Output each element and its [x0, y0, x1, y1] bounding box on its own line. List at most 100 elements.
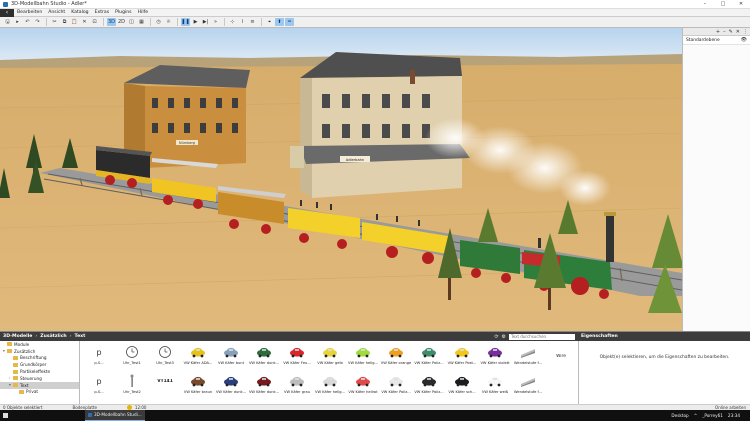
- tree-item-label: Text: [20, 382, 29, 388]
- save-icon[interactable]: 🖫: [3, 18, 12, 26]
- 3d-icon[interactable]: 3D: [107, 18, 116, 26]
- layer-item-standard[interactable]: Standardebene 👁: [683, 36, 750, 45]
- catalog-item-label: VW Käfer violett: [480, 361, 510, 365]
- step-icon[interactable]: ▶|: [201, 18, 210, 26]
- catalog-item[interactable]: VW Käfer weiß: [478, 372, 512, 399]
- snap-icon[interactable]: ⊹: [228, 18, 237, 26]
- catalog-item[interactable]: VW Käfer dunk...: [247, 372, 281, 399]
- play-icon[interactable]: ▶: [191, 18, 200, 26]
- breadcrumb-3d-models[interactable]: 3D-Modelle: [3, 334, 32, 339]
- catalog-item[interactable]: VW Käfer sch...: [445, 372, 479, 399]
- catalog-search-input[interactable]: [509, 333, 575, 340]
- catalog-item[interactable]: VW Käfer braun: [181, 372, 215, 399]
- catalog-item[interactable]: p p-S...: [82, 372, 116, 399]
- menu-katalog[interactable]: Katalog: [68, 10, 91, 15]
- catalog-item[interactable]: VW Käfer bunt: [214, 343, 248, 370]
- camera-icon[interactable]: ◫: [127, 18, 136, 26]
- catalog-item[interactable]: VW Käfer Feu...: [280, 343, 314, 370]
- catalog-item[interactable]: VW Käfer hellg...: [346, 343, 380, 370]
- catalog-item[interactable]: VW Käfer Poliz...: [412, 343, 446, 370]
- tree-item[interactable]: › Steuerung: [0, 375, 79, 382]
- tree-item[interactable]: Partikeleffekte: [0, 368, 79, 375]
- measure-icon[interactable]: ⌇: [238, 18, 247, 26]
- layers-menu-button[interactable]: ⋮: [743, 29, 748, 35]
- catalog-item[interactable]: VW Käfer gelb: [313, 343, 347, 370]
- pause-icon[interactable]: ❚❚: [181, 18, 190, 26]
- catalog-item[interactable]: VW Käfer violett: [478, 343, 512, 370]
- redo-icon[interactable]: ↷: [33, 18, 42, 26]
- menu-bearbeiten[interactable]: Bearbeiten: [14, 10, 45, 15]
- menu-hilfe[interactable]: Hilfe: [135, 10, 151, 15]
- delete-icon[interactable]: ✕: [80, 18, 89, 26]
- layer-label: Standardebene: [686, 37, 720, 43]
- remove-layer-button[interactable]: –: [723, 29, 726, 35]
- catalog-item[interactable]: VW Käfer dunk...: [247, 343, 281, 370]
- scene-render[interactable]: Nürnberg Adlerbahn: [0, 28, 682, 331]
- tree-item[interactable]: Grundkörper: [0, 361, 79, 368]
- undo-icon[interactable]: ↶: [23, 18, 32, 26]
- tree-item[interactable]: Module: [0, 341, 79, 348]
- 2d-icon[interactable]: 2D: [117, 18, 126, 26]
- catalog-item[interactable]: VW Käfer grau: [280, 372, 314, 399]
- tree-item[interactable]: Privat: [0, 389, 79, 396]
- tree-item[interactable]: Beschriftung: [0, 355, 79, 362]
- delete-layer-button[interactable]: ✕: [736, 29, 740, 35]
- breadcrumb-text[interactable]: Text: [75, 334, 86, 339]
- catalog-item[interactable]: Uhr_Test3: [148, 343, 182, 370]
- desktop-toolbar[interactable]: Desktop: [671, 413, 688, 418]
- taskbar-app-button[interactable]: 3D-Modellbahn Studi...: [85, 410, 145, 421]
- menu-extras[interactable]: Extras: [92, 10, 113, 15]
- catalog-item[interactable]: VW Käfer hellrot: [346, 372, 380, 399]
- ramp-thumbnail-icon: [521, 378, 535, 387]
- catalog-item[interactable]: p p-S...: [82, 343, 116, 370]
- refresh-icon[interactable]: ⟳: [494, 334, 498, 340]
- toolbar-separator: [224, 18, 225, 26]
- copy-icon[interactable]: ⧉: [60, 18, 69, 26]
- minimize-button[interactable]: –: [696, 1, 714, 7]
- catalog-item[interactable]: VT141: [148, 372, 182, 399]
- fast-icon[interactable]: »: [211, 18, 220, 26]
- catalog-item-label: VW Käfer dunk...: [248, 361, 280, 365]
- back-button[interactable]: ‹: [0, 8, 14, 17]
- 3d-viewport[interactable]: Nürnberg Adlerbahn: [0, 28, 682, 331]
- tree-item[interactable]: ▾ Text: [0, 381, 79, 389]
- edit-layer-button[interactable]: ✎: [729, 29, 733, 35]
- catalog-item[interactable]: Wire: [544, 343, 578, 370]
- cut-icon[interactable]: ✂: [50, 18, 59, 26]
- weather-icon[interactable]: ☼: [164, 18, 173, 26]
- layer-icon[interactable]: ≡: [248, 18, 257, 26]
- tray-expand-icon[interactable]: ^: [694, 413, 698, 418]
- catalog-item[interactable]: Wendelstufe f...: [511, 372, 545, 399]
- start-button[interactable]: [0, 410, 11, 421]
- close-button[interactable]: ✕: [732, 1, 750, 7]
- eye-icon[interactable]: 👁: [741, 37, 747, 43]
- catalog-item[interactable]: Wendelstufe f...: [511, 343, 545, 370]
- catalog-item[interactable]: VW Käfer hellg...: [313, 372, 347, 399]
- taskbar-clock[interactable]: 23:34: [728, 413, 740, 418]
- catalog-item[interactable]: Uhr_Test1: [115, 343, 149, 370]
- catalog-item[interactable]: VW Käfer ADA...: [181, 343, 215, 370]
- catalog-item[interactable]: VW Käfer Post...: [445, 343, 479, 370]
- catalog-item[interactable]: VW Käfer orange: [379, 343, 413, 370]
- settings-icon[interactable]: ⚙: [502, 334, 506, 340]
- duplicate-icon[interactable]: ⊡: [90, 18, 99, 26]
- properties-panel: Objekt(e) selektieren, um die Eigenschaf…: [578, 341, 750, 405]
- catalog-item[interactable]: Uhr_Test2: [115, 372, 149, 399]
- catalog-item[interactable]: VW Käfer dunk...: [214, 372, 248, 399]
- tray-user[interactable]: _Porrey61: [702, 413, 723, 418]
- maximize-button[interactable]: □: [714, 1, 732, 7]
- arrow-icon[interactable]: ⬆: [275, 18, 284, 26]
- target-icon[interactable]: ⌖: [265, 18, 274, 26]
- tree-item[interactable]: ▾ Zusätzlich: [0, 348, 79, 355]
- catalog-item[interactable]: VW Käfer Poliz...: [379, 372, 413, 399]
- add-layer-button[interactable]: +: [716, 29, 720, 35]
- menu-plugins[interactable]: Plugins: [112, 10, 134, 15]
- breadcrumb-additional[interactable]: Zusätzlich: [40, 334, 66, 339]
- paste-icon[interactable]: 📋: [70, 18, 79, 26]
- grid-icon[interactable]: ▦: [137, 18, 146, 26]
- clock-icon[interactable]: ◷: [154, 18, 163, 26]
- rail-icon[interactable]: ═: [285, 18, 294, 26]
- new-icon[interactable]: ▸: [13, 18, 22, 26]
- menu-ansicht[interactable]: Ansicht: [45, 10, 68, 15]
- catalog-item[interactable]: VW Käfer Poliz...: [412, 372, 446, 399]
